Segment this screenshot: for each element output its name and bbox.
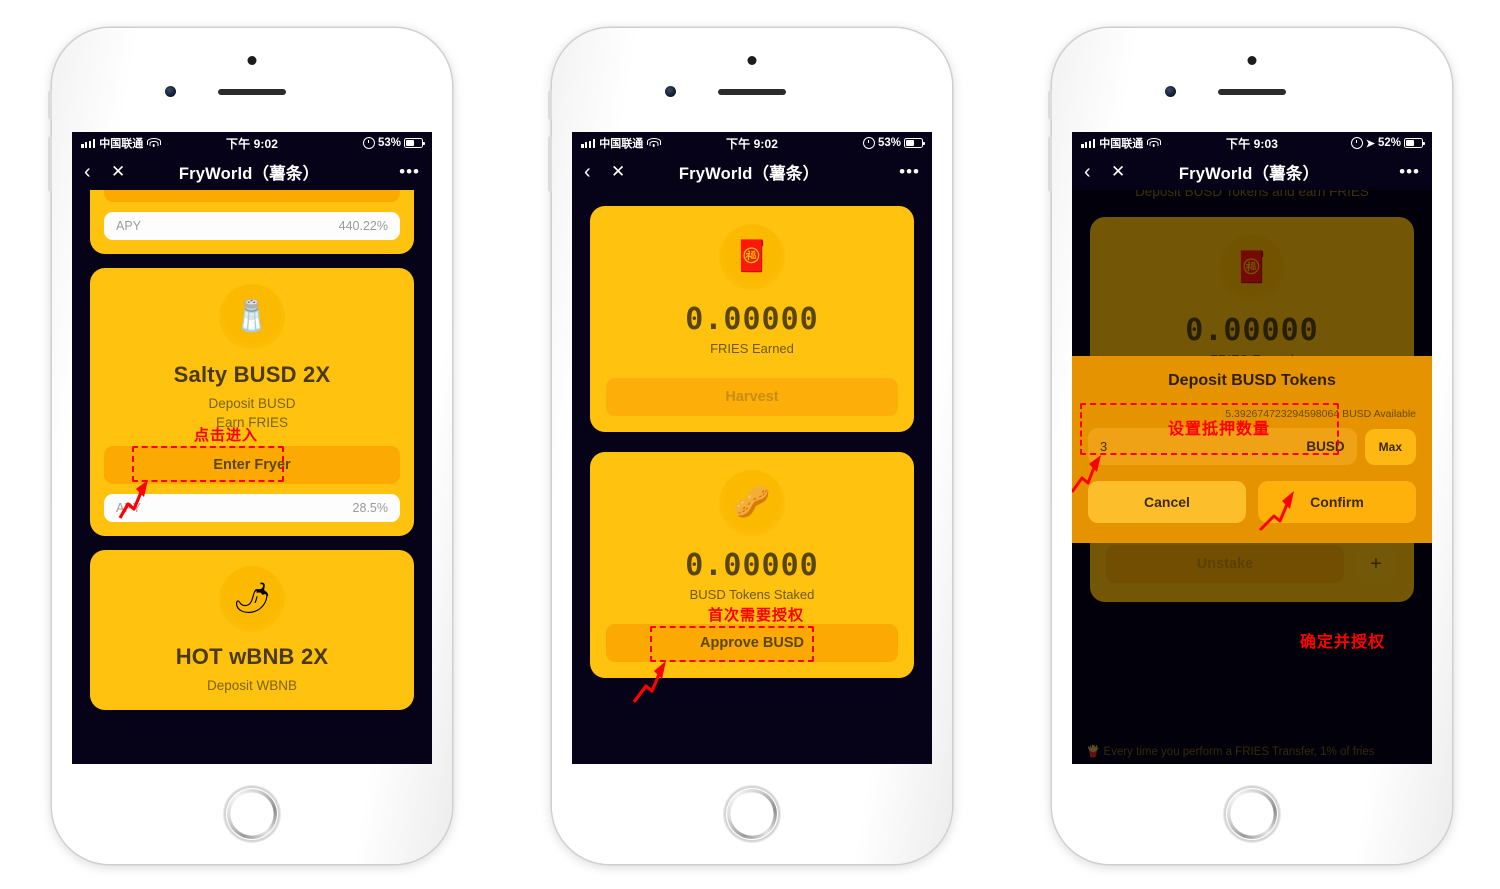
nav-bar: ‹ ✕ FryWorld（薯条） ••• [72, 154, 432, 190]
wifi-icon [1146, 138, 1161, 148]
alarm-icon [362, 137, 375, 149]
signal-icon [1081, 138, 1096, 148]
hot-wbnb-card: 🌶 HOT wBNB 2X Deposit WBNB [90, 550, 414, 710]
battery-percent: 53% [377, 137, 401, 149]
apy-label: APY [116, 501, 142, 516]
busd-staked-card: 🥜 0.00000 BUSD Tokens Staked Approve BUS… [590, 452, 914, 703]
enter-fryer-button-top[interactable]: Enter Fryer [104, 190, 400, 202]
front-camera-icon [165, 86, 176, 97]
fries-earned-label: FRIES Earned [710, 341, 794, 356]
phone-2-screen: 中国联通 下午 9:02 53% ‹ ✕ FryWorld（薯条） ••• 🧧 [572, 132, 932, 764]
proximity-sensor-icon [747, 56, 757, 65]
busd-staked-amount: 0.00000 [685, 548, 819, 583]
harvest-button[interactable]: Harvest [606, 378, 898, 416]
status-bar: 中国联通 下午 9:02 53% [572, 132, 932, 154]
annotation-box-enter-fryer [132, 446, 284, 482]
annotation-enter-fryer: 点击进入 [194, 426, 259, 444]
page-title: FryWorld（薯条） [178, 165, 320, 183]
battery-icon [904, 138, 925, 148]
page-title: FryWorld（薯条） [1178, 165, 1320, 183]
battery-icon [1404, 138, 1425, 148]
status-time: 下午 9:02 [225, 136, 279, 151]
modal-title: Deposit BUSD Tokens [1168, 372, 1336, 389]
phone-1-screen: 中国联通 下午 9:02 53% ‹ ✕ FryWorld（薯条） ••• AP… [72, 132, 432, 764]
phone-1: 中国联通 下午 9:02 53% ‹ ✕ FryWorld（薯条） ••• AP… [48, 28, 452, 864]
hot-card-title: HOT wBNB 2X [175, 644, 329, 670]
battery-percent: 52% [1377, 137, 1401, 149]
annotation-box-amount [1080, 403, 1339, 455]
proximity-sensor-icon [1247, 56, 1257, 65]
apy-value: 28.5% [352, 501, 388, 516]
annotation-confirm-authorize: 确定并授权 [1300, 632, 1386, 651]
status-time: 下午 9:02 [725, 136, 779, 151]
carrier-label: 中国联通 [99, 138, 144, 150]
location-arrow-icon: ➤ [1365, 137, 1375, 150]
apy-row-top: APY 440.22% [104, 212, 400, 240]
apy-value: 440.22% [338, 219, 388, 233]
salty-busd-card: 🧂 Salty BUSD 2X Deposit BUSD Earn FRIES … [90, 268, 414, 537]
nav-bar: ‹ ✕ FryWorld（薯条） ••• [1072, 154, 1432, 190]
proximity-sensor-icon [247, 56, 257, 65]
cancel-button[interactable]: Cancel [1088, 481, 1246, 523]
red-envelope-icon: 🧧 [719, 224, 785, 290]
home-button[interactable] [224, 786, 280, 842]
carrier-label: 中国联通 [599, 138, 644, 150]
alarm-icon [1350, 137, 1363, 149]
salt-shaker-icon: 🧂 [219, 284, 285, 350]
deposit-modal: Deposit BUSD Tokens 5.392674723294598064… [1072, 356, 1432, 543]
home-button[interactable] [724, 786, 780, 842]
fries-earned-card: 🧧 0.00000 FRIES Earned Harvest [590, 206, 914, 432]
front-camera-icon [665, 86, 676, 97]
modal-actions: Cancel Confirm [1088, 481, 1416, 523]
apy-row-salty: APY 28.5% [104, 494, 400, 523]
salty-sub-line-1: Deposit BUSD [208, 396, 296, 411]
battery-icon [404, 138, 425, 148]
status-time: 下午 9:03 [1225, 136, 1279, 151]
phone-3: 中国联通 下午 9:03 ➤ 52% ‹ ✕ FryWorld（薯条） ••• [1048, 28, 1452, 864]
earpiece-speaker [718, 89, 786, 95]
hot-card-subtitle: Deposit WBNB [206, 678, 298, 694]
more-options-icon[interactable]: ••• [399, 163, 420, 180]
phone-1-content: Enter Fryer APY 440.22% 🧂 Salty BUSD 2X … [72, 190, 432, 764]
phone-2-content: 🧧 0.00000 FRIES Earned Harvest 🥜 0.00000… [572, 190, 932, 764]
screenshot-stage: 中国联通 下午 9:02 53% ‹ ✕ FryWorld（薯条） ••• AP… [0, 0, 1500, 889]
wifi-icon [646, 138, 661, 148]
fries-earned-amount: 0.00000 [685, 302, 819, 337]
signal-icon [581, 138, 596, 148]
earpiece-speaker [218, 89, 286, 95]
busd-staked-label: BUSD Tokens Staked [689, 587, 815, 602]
front-camera-icon [1165, 86, 1176, 97]
phone-2: 中国联通 下午 9:02 53% ‹ ✕ FryWorld（薯条） ••• 🧧 [548, 28, 952, 864]
status-bar: 中国联通 下午 9:03 ➤ 52% [1072, 132, 1432, 154]
wifi-icon [146, 138, 161, 148]
home-button[interactable] [1224, 786, 1280, 842]
annotation-approve: 首次需要授权 [708, 606, 805, 624]
confirm-button[interactable]: Confirm [1258, 481, 1416, 523]
more-options-icon[interactable]: ••• [1399, 163, 1420, 180]
battery-percent: 53% [877, 137, 901, 149]
status-bar: 中国联通 下午 9:02 53% [72, 132, 432, 154]
apy-label: APY [116, 219, 142, 233]
chili-pepper-icon: 🌶 [219, 566, 285, 633]
max-button[interactable]: Max [1364, 428, 1416, 465]
carrier-label: 中国联通 [1099, 138, 1144, 150]
signal-icon [81, 138, 96, 148]
page-title: FryWorld（薯条） [678, 165, 820, 183]
salty-card-title: Salty BUSD 2X [173, 362, 331, 387]
nav-bar: ‹ ✕ FryWorld（薯条） ••• [572, 154, 932, 190]
phone-3-screen: 中国联通 下午 9:03 ➤ 52% ‹ ✕ FryWorld（薯条） ••• [1072, 132, 1432, 764]
annotation-box-approve [650, 626, 814, 662]
phone-3-content: Deposit BUSD Tokens and earn FRIES 🧧 0.0… [1072, 190, 1432, 764]
earpiece-speaker [1218, 89, 1286, 95]
peanut-icon: 🥜 [719, 470, 785, 536]
alarm-icon [862, 137, 875, 149]
fryer-card-partial: Enter Fryer APY 440.22% [90, 190, 414, 254]
more-options-icon[interactable]: ••• [899, 163, 920, 180]
